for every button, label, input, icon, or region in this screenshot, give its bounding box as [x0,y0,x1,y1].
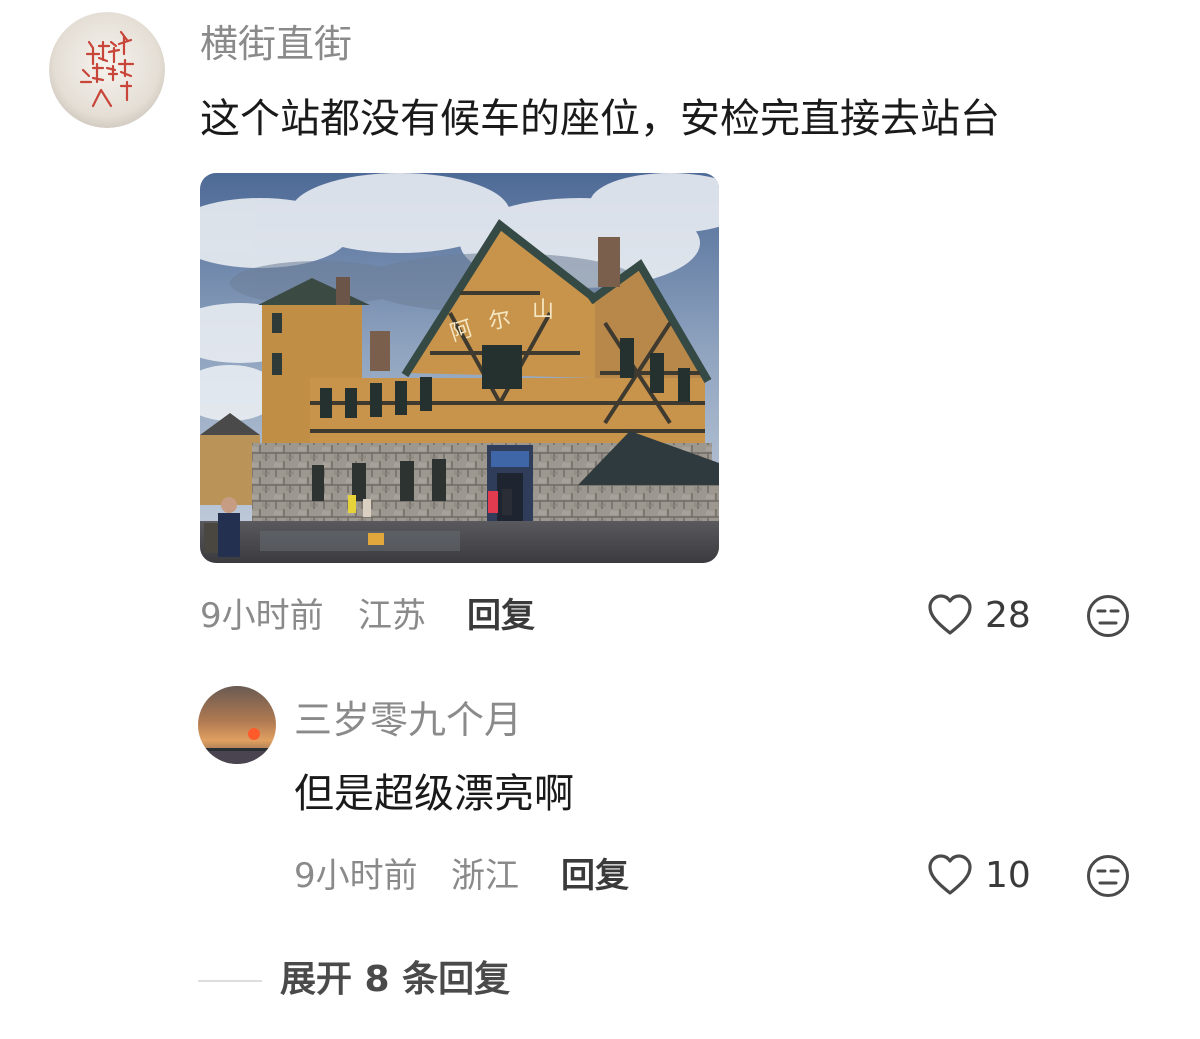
expand-replies-button[interactable]: 展开 8 条回复 [280,960,510,1000]
expand-divider-line [198,980,262,982]
comment-username[interactable]: 横街直街 [200,22,352,66]
reply-time: 9小时前 [294,856,418,896]
reply-avatar[interactable] [198,686,276,764]
reply-username[interactable]: 三岁零九个月 [294,698,522,742]
comment-location: 江苏 [358,596,426,636]
reply-reply-button[interactable]: 回复 [561,856,629,896]
comment-avatar[interactable] [49,12,165,128]
reply-location: 浙江 [451,856,519,896]
reply-like-count: 10 [985,855,1031,896]
heart-outline-icon[interactable] [927,853,973,897]
seal-avatar-image [49,12,165,128]
comment-text: 这个站都没有候车的座位，安检完直接去站台 [200,96,1000,142]
heart-outline-icon[interactable] [927,593,973,637]
station-sign-char-3: 山 [532,298,554,323]
sunset-avatar-image [198,686,276,764]
comment-like-count: 28 [985,595,1031,636]
neutral-face-icon[interactable] [1086,854,1130,898]
comment-time: 9小时前 [200,596,324,636]
neutral-face-icon[interactable] [1086,594,1130,638]
station-photo-image: 阿 尔 山 [200,173,719,563]
reply-text: 但是超级漂亮啊 [294,771,574,817]
comment-photo[interactable]: 阿 尔 山 [200,173,719,563]
station-sign-char-2: 尔 [487,306,513,334]
comment-reply-button[interactable]: 回复 [467,596,535,636]
